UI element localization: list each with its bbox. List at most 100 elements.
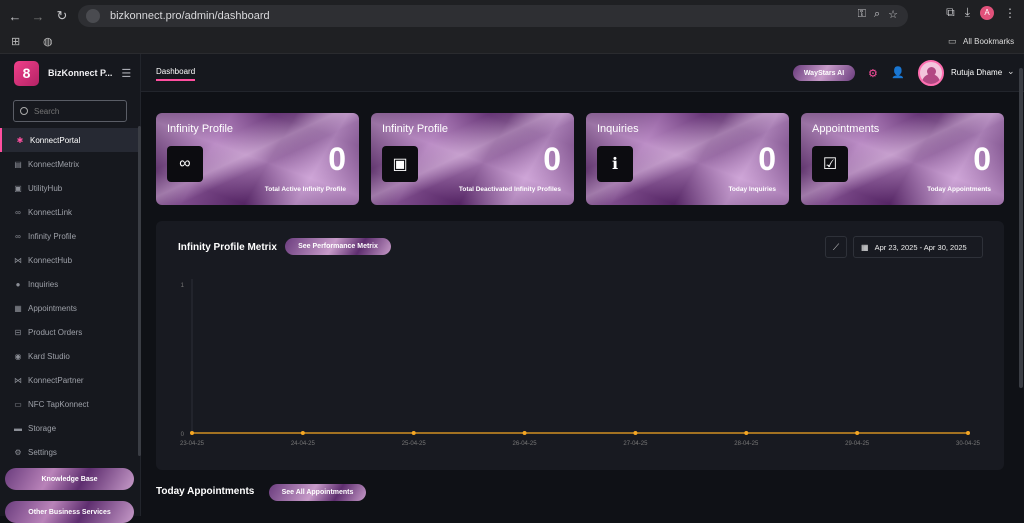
user-name[interactable]: Rutuja Dhame	[951, 68, 1002, 77]
url-text[interactable]: bizkonnect.pro/admin/dashboard	[110, 10, 270, 22]
data-point[interactable]	[190, 431, 194, 435]
sidebar-item-storage[interactable]: ▬ Storage	[0, 416, 140, 440]
link-icon: ∞	[15, 207, 21, 217]
calendar-check-icon: ☑	[812, 146, 848, 182]
avatar[interactable]	[918, 60, 944, 86]
sidebar-item-konnectportal[interactable]: ✱ KonnectPortal	[0, 128, 140, 152]
data-point[interactable]	[300, 431, 305, 435]
search-input[interactable]	[34, 106, 124, 116]
sidebar-item-konnectmetrix[interactable]: ▤ KonnectMetrix	[0, 152, 140, 176]
extensions-icon[interactable]: ⧉	[946, 5, 955, 20]
x-tick-label: 27-04-25	[623, 441, 648, 447]
sidebar-item-konnectlink[interactable]: ∞ KonnectLink	[0, 200, 140, 224]
x-tick-label: 25-04-25	[402, 441, 427, 447]
card-inquiries[interactable]: Inquiries ℹ 0 Today Inquiries	[586, 113, 789, 205]
infinity-icon: ∞	[15, 231, 21, 241]
sidebar-item-label: Storage	[28, 423, 57, 433]
card-deactivated-profiles[interactable]: Infinity Profile ▣ 0 Total Deactivated I…	[371, 113, 574, 205]
forward-icon[interactable]: →	[27, 5, 49, 27]
site-info-icon[interactable]	[86, 9, 100, 23]
card-value: 0	[973, 141, 991, 177]
sidebar-item-konnectpartner[interactable]: ⋈ KonnectPartner	[0, 368, 140, 392]
card-title: Inquiries	[597, 123, 639, 135]
sidebar-item-label: Inquiries	[28, 279, 59, 289]
apps-icon[interactable]: ⊞	[11, 35, 20, 48]
bar-chart-icon: ▤	[14, 159, 22, 169]
app: 8 BizKonnect P... ☰ ✱ KonnectPortal ▤ Konne…	[0, 54, 1024, 523]
x-tick-label: 23-04-25	[180, 441, 205, 447]
brand-logo[interactable]: 8	[14, 60, 39, 86]
nfc-icon: ▭	[14, 399, 22, 409]
sidebar-item-nfc-tapkonnect[interactable]: ▭ NFC TapKonnect	[0, 392, 140, 416]
info-icon: ●	[15, 279, 21, 289]
address-bar[interactable]: bizkonnect.pro/admin/dashboard ⚿ ⌕ ☆	[78, 5, 908, 27]
x-tick-label: 28-04-25	[734, 441, 759, 447]
reload-icon[interactable]: ↻	[51, 5, 73, 27]
back-icon[interactable]: ←	[4, 5, 26, 27]
data-point[interactable]	[633, 431, 638, 435]
metrix-panel: Infinity Profile Metrix See Performance …	[156, 221, 1004, 470]
all-bookmarks[interactable]: All Bookmarks	[963, 37, 1014, 46]
search-box[interactable]	[13, 100, 127, 122]
card-value: 0	[543, 141, 561, 177]
sidebar-item-label: KonnectPartner	[28, 375, 84, 385]
search-icon	[20, 107, 28, 115]
user-check-icon[interactable]: 👤	[891, 66, 905, 79]
sidebar-item-settings[interactable]: ⚙ Settings	[0, 440, 140, 464]
asterisk-icon: ✱	[16, 135, 24, 145]
y-tick-label: 1	[181, 283, 185, 289]
knowledge-base-button[interactable]: Knowledge Base	[5, 468, 134, 490]
card-subtitle: Total Deactivated Infinity Profiles	[458, 186, 561, 193]
card-subtitle: Total Active Infinity Profile	[264, 186, 346, 193]
sidebar-item-kard-studio[interactable]: ◉ Kard Studio	[0, 344, 140, 368]
star-icon[interactable]: ☆	[888, 8, 898, 21]
sidebar-item-label: Infinity Profile	[28, 231, 77, 241]
globe-icon[interactable]: ◍	[43, 35, 53, 48]
calendar-icon: ▦	[14, 303, 22, 313]
main-scrollbar[interactable]	[1019, 68, 1023, 388]
key-icon[interactable]: ⚿	[858, 8, 866, 21]
card-appointments[interactable]: Appointments ☑ 0 Today Appointments	[801, 113, 1004, 205]
briefcase-icon: ▣	[14, 183, 22, 193]
brand-name: BizKonnect P...	[48, 68, 113, 78]
other-services-button[interactable]: Other Business Services	[5, 501, 134, 523]
data-point[interactable]	[966, 431, 970, 435]
sidebar-item-label: Kard Studio	[28, 351, 70, 361]
data-point[interactable]	[855, 431, 860, 435]
sidebar-item-label: Settings	[28, 447, 57, 457]
sidebar-item-appointments[interactable]: ▦ Appointments	[0, 296, 140, 320]
data-point[interactable]	[744, 431, 749, 435]
profile-avatar[interactable]: A	[980, 5, 994, 20]
sidebar-item-inquiries[interactable]: ● Inquiries	[0, 272, 140, 296]
gear-icon[interactable]: ⚙	[868, 67, 878, 80]
sidebar-item-infinity-profile[interactable]: ∞ Infinity Profile	[0, 224, 140, 248]
data-point[interactable]	[522, 431, 527, 435]
id-badge-icon: ▣	[382, 146, 418, 182]
bookmarks-bar: ⊞ ◍ ▭ All Bookmarks	[0, 32, 1024, 54]
today-appointments-title: Today Appointments	[156, 486, 255, 497]
data-point[interactable]	[411, 431, 416, 435]
sidebar-item-label: Product Orders	[28, 327, 83, 337]
chevron-down-icon[interactable]: ⌄	[1007, 66, 1015, 77]
sidebar-scrollbar[interactable]	[138, 126, 141, 456]
card-subtitle: Today Inquiries	[728, 186, 776, 193]
sidebar-item-product-orders[interactable]: ⊟ Product Orders	[0, 320, 140, 344]
sidebar-item-utilityhub[interactable]: ▣ UtilityHub	[0, 176, 140, 200]
cart-icon: ⊟	[14, 327, 22, 337]
hamburger-icon[interactable]: ☰	[121, 67, 131, 80]
card-active-profiles[interactable]: Infinity Profile ∞ 0 Total Active Infini…	[156, 113, 359, 205]
folder-icon[interactable]: ▭	[948, 36, 957, 47]
waystars-button[interactable]: WayStars AI	[793, 65, 855, 81]
see-all-appointments-button[interactable]: See All Appointments	[269, 484, 366, 501]
card-value: 0	[758, 141, 776, 177]
sidebar-item-label: KonnectPortal	[30, 135, 81, 145]
gear-icon: ⚙	[14, 447, 22, 457]
sidebar-item-label: NFC TapKonnect	[28, 399, 89, 409]
sidebar-item-label: KonnectLink	[28, 207, 73, 217]
y-tick-label: 0	[181, 432, 185, 438]
download-icon[interactable]: ⤓	[965, 5, 970, 20]
zoom-icon[interactable]: ⌕	[874, 8, 880, 21]
tab-dashboard[interactable]: Dashboard	[156, 67, 196, 81]
sidebar-item-konnecthub[interactable]: ⋈ KonnectHub	[0, 248, 140, 272]
menu-icon[interactable]: ⋮	[1004, 6, 1016, 20]
